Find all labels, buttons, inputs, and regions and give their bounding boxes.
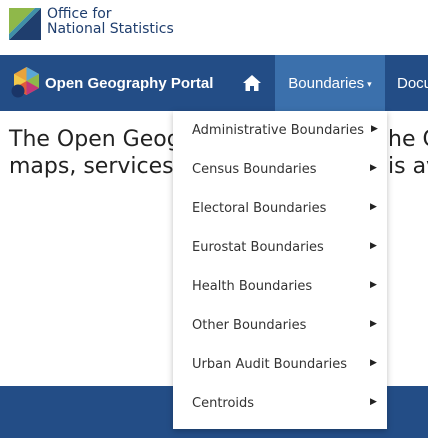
caret-right-icon: ▶ xyxy=(370,163,377,173)
menu-item-administrative-boundaries[interactable]: Administrative Boundaries ▶ xyxy=(173,111,387,150)
ons-wordmark-line2: National Statistics xyxy=(47,21,174,37)
ons-logo-icon[interactable] xyxy=(9,8,41,40)
intro-right-fragment: he C is av xyxy=(388,126,428,180)
chevron-down-icon: ▾ xyxy=(367,78,372,89)
menu-item-label: Administrative Boundaries xyxy=(192,123,365,138)
menu-item-label: Other Boundaries xyxy=(192,318,307,333)
caret-right-icon: ▶ xyxy=(370,202,377,212)
intro-line-2-right: is av xyxy=(388,154,428,179)
menu-item-label: Centroids xyxy=(192,396,255,411)
boundaries-dropdown-menu: Administrative Boundaries ▶ Census Bound… xyxy=(173,111,387,429)
ons-header: Office for National Statistics xyxy=(0,0,428,55)
intro-line-1-right: he C xyxy=(388,127,428,152)
documents-tab[interactable]: Docu xyxy=(397,55,428,111)
caret-right-icon: ▶ xyxy=(370,280,377,290)
home-icon xyxy=(243,75,261,91)
menu-item-label: Urban Audit Boundaries xyxy=(192,357,347,372)
caret-right-icon: ▶ xyxy=(371,124,378,134)
menu-item-census-boundaries[interactable]: Census Boundaries ▶ xyxy=(173,150,387,189)
menu-item-centroids[interactable]: Centroids ▶ xyxy=(173,384,387,423)
portal-title[interactable]: Open Geography Portal xyxy=(45,75,213,92)
menu-item-other-boundaries[interactable]: Other Boundaries ▶ xyxy=(173,306,387,345)
menu-item-label: Electoral Boundaries xyxy=(192,201,327,216)
ons-wordmark[interactable]: Office for National Statistics xyxy=(47,7,174,37)
page: Office for National Statistics Open Geog… xyxy=(0,0,428,438)
caret-right-icon: ▶ xyxy=(370,241,377,251)
menu-item-label: Eurostat Boundaries xyxy=(192,240,324,255)
boundaries-label: Boundaries xyxy=(288,74,365,92)
ons-wordmark-line1: Office for xyxy=(47,6,112,22)
caret-right-icon: ▶ xyxy=(370,319,377,329)
caret-right-icon: ▶ xyxy=(370,358,377,368)
menu-item-urban-audit-boundaries[interactable]: Urban Audit Boundaries ▶ xyxy=(173,345,387,384)
menu-item-health-boundaries[interactable]: Health Boundaries ▶ xyxy=(173,267,387,306)
home-link[interactable] xyxy=(229,55,275,111)
menu-item-electoral-boundaries[interactable]: Electoral Boundaries ▶ xyxy=(173,189,387,228)
boundaries-menu-toggle[interactable]: Boundaries ▾ xyxy=(275,55,385,111)
main-navbar: Open Geography Portal Boundaries ▾ Docu xyxy=(0,55,428,111)
geography-portal-logo-icon[interactable] xyxy=(9,66,44,101)
menu-item-label: Health Boundaries xyxy=(192,279,313,294)
caret-right-icon: ▶ xyxy=(370,397,377,407)
menu-item-label: Census Boundaries xyxy=(192,162,317,177)
menu-item-eurostat-boundaries[interactable]: Eurostat Boundaries ▶ xyxy=(173,228,387,267)
